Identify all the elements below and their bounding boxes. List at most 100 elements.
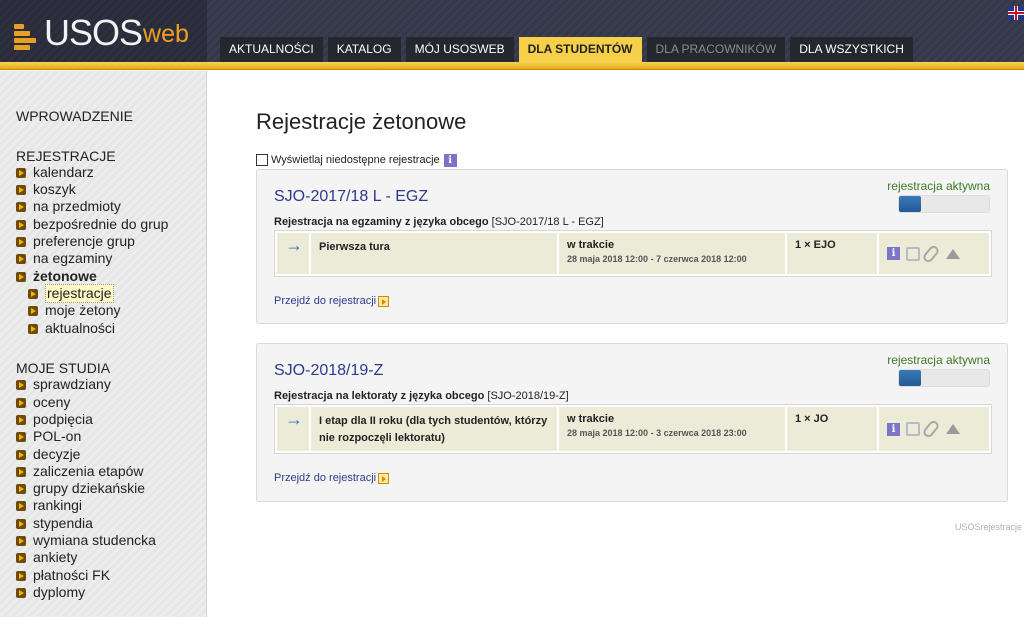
- bullet-arrow-icon: [16, 397, 26, 408]
- logo-text-web: web: [143, 20, 189, 48]
- round-tokens: 1 × EJO: [787, 233, 879, 274]
- registration-description: Rejestracja na egzaminy z języka obcego …: [274, 216, 604, 228]
- registration-panel: SJO-2018/19-Z rejestracja aktywna Rejest…: [256, 343, 1008, 502]
- bullet-arrow-icon: [16, 431, 26, 442]
- sidebar-item-podpiecia[interactable]: podpięcia: [16, 411, 93, 428]
- collapse-triangle-icon[interactable]: [946, 424, 960, 434]
- header-accent-bar: [0, 62, 1024, 70]
- bullet-arrow-icon: [16, 219, 26, 230]
- bullet-arrow-icon: [28, 305, 38, 316]
- sidebar-subitem-aktualnosci[interactable]: aktualności: [28, 320, 115, 337]
- round-row: → I etap dla II roku (dla tych studentów…: [274, 404, 992, 454]
- bullet-arrow-icon: [16, 587, 26, 598]
- main-content: Rejestracje żetonowe Wyświetlaj niedostę…: [208, 71, 1024, 617]
- tab-katalog[interactable]: KATALOG: [327, 37, 401, 62]
- bullet-arrow-icon: [16, 167, 26, 178]
- registration-title[interactable]: SJO-2018/19-Z: [274, 362, 383, 380]
- registration-title[interactable]: SJO-2017/18 L - EGZ: [274, 188, 428, 206]
- sidebar-item-zaliczenia-etapow[interactable]: zaliczenia etapów: [16, 463, 144, 480]
- usosweb-logo[interactable]: USOS web: [14, 12, 189, 52]
- bullet-arrow-icon: [16, 253, 26, 264]
- bullet-arrow-icon: [16, 483, 26, 494]
- round-arrow-icon: →: [277, 233, 311, 274]
- tab-moj-usosweb[interactable]: MÓJ USOSWEB: [405, 37, 514, 62]
- sidebar-item-na-przedmioty[interactable]: na przedmioty: [16, 198, 121, 215]
- registration-status: rejestracja aktywna: [887, 353, 990, 367]
- bullet-arrow-icon: [16, 570, 26, 581]
- info-icon[interactable]: i: [887, 422, 900, 436]
- sidebar-item-platnosci-fk[interactable]: płatności FK: [16, 567, 110, 584]
- tab-dla-studentow[interactable]: DLA STUDENTÓW: [518, 37, 642, 64]
- sidebar-item-koszyk[interactable]: koszyk: [16, 181, 76, 198]
- collapse-triangle-icon[interactable]: [946, 248, 960, 259]
- copy-icon[interactable]: [906, 246, 920, 261]
- paperclip-icon[interactable]: [921, 418, 941, 440]
- uk-flag-icon[interactable]: [1008, 6, 1024, 20]
- sidebar-item-zetonowe[interactable]: żetonowe: [16, 268, 97, 285]
- registration-panel: SJO-2017/18 L - EGZ rejestracja aktywna …: [256, 169, 1008, 324]
- status-indicator: [898, 369, 990, 387]
- bullet-arrow-icon: [16, 414, 26, 425]
- round-name: I etap dla II roku (dla tych studentów, …: [311, 407, 559, 451]
- bullet-arrow-icon: [16, 184, 26, 195]
- sidebar-section-moje-studia[interactable]: MOJE STUDIA: [16, 360, 110, 376]
- round-dates: 28 maja 2018 12:00 - 7 czerwca 2018 12:0…: [567, 254, 747, 264]
- bullet-arrow-icon: [16, 236, 26, 247]
- bullet-arrow-icon: [16, 535, 26, 546]
- round-row: → Pierwsza tura w trakcie 28 maja 2018 1…: [274, 230, 992, 277]
- sidebar-item-wymiana-studencka[interactable]: wymiana studencka: [16, 532, 156, 549]
- sidebar-section-rejestracje[interactable]: REJESTRACJE: [16, 148, 116, 164]
- round-name: Pierwsza tura: [311, 233, 559, 274]
- round-state-cell: w trakcie 28 maja 2018 12:00 - 7 czerwca…: [559, 233, 787, 274]
- sidebar-item-grupy-dziekanskie[interactable]: grupy dziekańskie: [16, 480, 145, 497]
- sidebar-item-na-egzaminy[interactable]: na egzaminy: [16, 250, 112, 267]
- info-icon[interactable]: i: [887, 247, 900, 260]
- tab-dla-pracownikow[interactable]: DLA PRACOWNIKÓW: [646, 37, 786, 62]
- sidebar-item-ankiety[interactable]: ankiety: [16, 549, 77, 566]
- sidebar-intro-link[interactable]: WPROWADZENIE: [16, 108, 133, 124]
- registration-description: Rejestracja na lektoraty z języka obcego…: [274, 390, 569, 402]
- round-state-cell: w trakcie 28 maja 2018 12:00 - 3 czerwca…: [559, 407, 787, 451]
- page-title: Rejestracje żetonowe: [256, 109, 467, 134]
- bullet-arrow-icon: [16, 271, 26, 282]
- show-unavailable-checkbox[interactable]: [256, 154, 268, 166]
- link-arrow-icon: [378, 472, 390, 484]
- sidebar-item-oceny[interactable]: oceny: [16, 394, 70, 411]
- round-arrow-icon: →: [277, 407, 311, 451]
- round-state: w trakcie: [567, 413, 615, 425]
- sidebar-subitem-rejestracje[interactable]: rejestracje: [28, 284, 114, 303]
- tab-aktualnosci[interactable]: AKTUALNOŚCI: [220, 37, 323, 62]
- main-nav-tabs: AKTUALNOŚCI KATALOG MÓJ USOSWEB DLA STUD…: [220, 37, 918, 64]
- go-to-registration-link[interactable]: Przejdź do rejestracji: [274, 472, 390, 484]
- sidebar-item-pol-on[interactable]: POL-on: [16, 428, 81, 445]
- sidebar-item-kalendarz[interactable]: kalendarz: [16, 164, 94, 181]
- registration-status: rejestracja aktywna: [887, 179, 990, 193]
- sidebar-subitem-moje-zetony[interactable]: moje żetony: [28, 302, 120, 319]
- copy-icon[interactable]: [906, 422, 920, 436]
- info-icon[interactable]: i: [443, 153, 457, 167]
- show-unavailable-label[interactable]: Wyświetlaj niedostępne rejestracje: [271, 154, 440, 166]
- logo-mark-icon: [14, 20, 42, 52]
- sidebar-item-sprawdziany[interactable]: sprawdziany: [16, 376, 111, 393]
- round-state: w trakcie: [567, 239, 615, 251]
- round-actions: i: [879, 407, 989, 451]
- logo-text-main: USOS: [44, 12, 143, 53]
- tab-dla-wszystkich[interactable]: DLA WSZYSTKICH: [790, 37, 913, 62]
- bullet-arrow-icon: [16, 500, 26, 511]
- top-header: USOS web AKTUALNOŚCI KATALOG MÓJ USOSWEB…: [0, 0, 1024, 66]
- sidebar-item-stypendia[interactable]: stypendia: [16, 515, 93, 532]
- sidebar-item-bezposrednie-do-grup[interactable]: bezpośrednie do grup: [16, 216, 168, 233]
- bullet-arrow-icon: [28, 323, 38, 334]
- sidebar-item-rankingi[interactable]: rankingi: [16, 497, 82, 514]
- sidebar: WPROWADZENIE REJESTRACJE kalendarz koszy…: [0, 71, 207, 617]
- go-to-registration-link[interactable]: Przejdź do rejestracji: [274, 295, 390, 307]
- link-arrow-icon: [378, 295, 390, 307]
- sidebar-item-preferencje-grup[interactable]: preferencje grup: [16, 233, 135, 250]
- paperclip-icon[interactable]: [921, 243, 941, 264]
- round-dates: 28 maja 2018 12:00 - 3 czerwca 2018 23:0…: [567, 428, 747, 438]
- sidebar-item-dyplomy[interactable]: dyplomy: [16, 584, 85, 601]
- sidebar-item-decyzje[interactable]: decyzje: [16, 446, 80, 463]
- bullet-arrow-icon: [16, 379, 26, 390]
- bullet-arrow-icon: [16, 466, 26, 477]
- round-tokens: 1 × JO: [787, 407, 879, 451]
